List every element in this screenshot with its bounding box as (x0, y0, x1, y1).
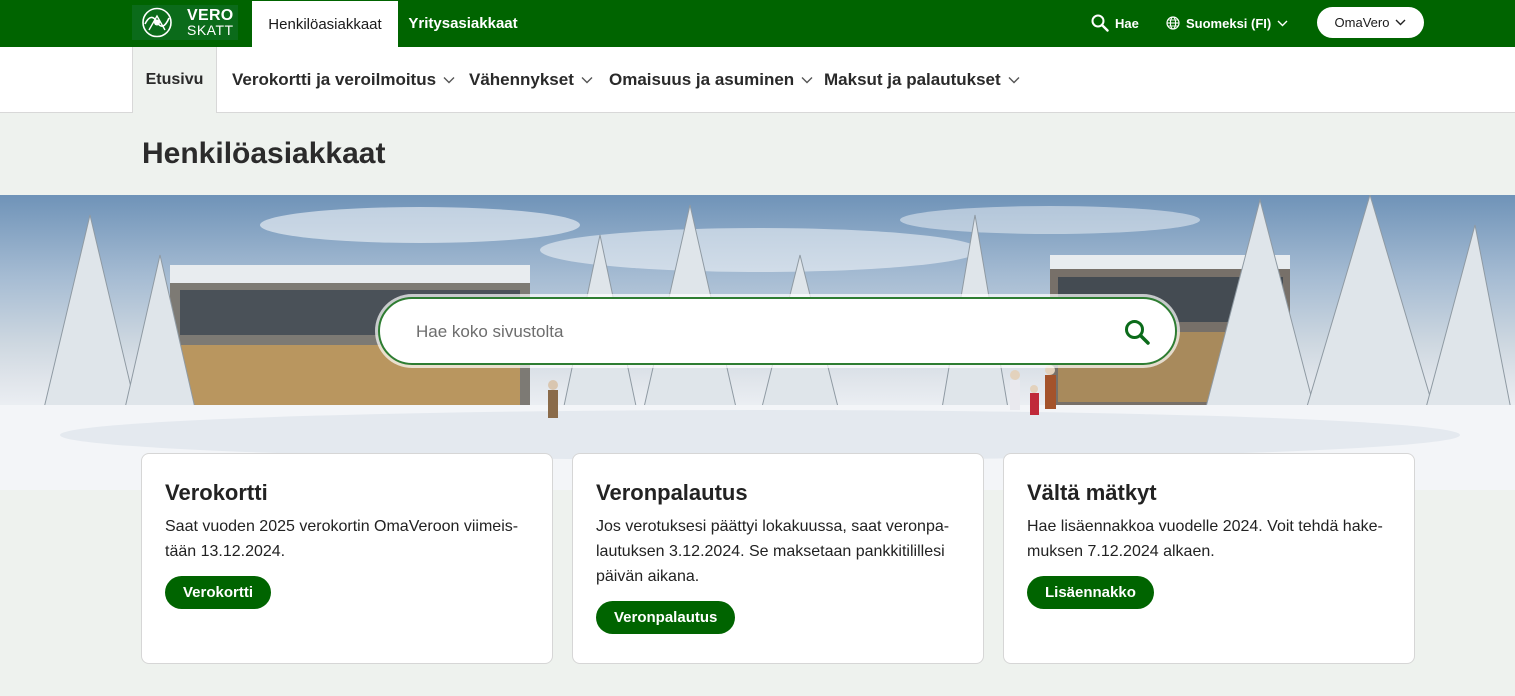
card-title: Veronpalautus (596, 480, 748, 505)
chevron-down-icon (443, 77, 455, 84)
language-label: Suomeksi (FI) (1186, 15, 1272, 31)
language-selector[interactable]: Suomeksi (FI) (1166, 12, 1288, 34)
nav-item-verokortti-ja-veroilmoitus[interactable]: Verokortti ja veroilmoitus (232, 47, 455, 113)
page-title: Henkilöasiakkaat (142, 137, 386, 170)
card-text: Jos verotuksesi päättyi lokakuussa, saat… (596, 518, 950, 585)
card-verokortti: Verokortti Saat vuoden 2025 verokortin O… (141, 453, 553, 664)
chevron-down-icon (581, 77, 593, 84)
globe-icon (1166, 16, 1180, 30)
card-veronpalautus: Veronpalautus Jos verotuksesi päättyi lo… (572, 453, 984, 664)
nav-item-omaisuus-ja-asuminen[interactable]: Omaisuus ja asuminen (609, 47, 813, 113)
chevron-down-icon (1395, 19, 1406, 26)
chevron-down-icon (1008, 77, 1020, 84)
veronpalautus-button[interactable]: Veronpalautus (596, 601, 736, 634)
nav-item-label: Vähennykset (469, 70, 574, 89)
site-search-button[interactable] (1120, 315, 1154, 349)
verokortti-button[interactable]: Verokortti (165, 576, 272, 609)
nav-item-vahennykset[interactable]: Vähennykset (469, 47, 593, 113)
lisaennakko-button[interactable]: Lisäennakko (1027, 576, 1154, 609)
header-search-link[interactable]: Hae (1091, 12, 1139, 34)
header-search-label: Hae (1115, 15, 1139, 31)
main-navigation: Etusivu Verokortti ja veroilmoitus Vähen… (0, 47, 1515, 113)
nav-item-label: Omaisuus ja asuminen (609, 70, 795, 89)
logo-line-1: VERO (187, 6, 234, 24)
omavero-button[interactable]: OmaVero (1317, 7, 1424, 38)
nav-item-label: Maksut ja palautukset (824, 70, 1001, 89)
nav-item-label: Verokortti ja veroilmoitus (232, 70, 437, 89)
card-text: Hae lisäennakkoa vuodelle 2024. Voit teh… (1027, 518, 1383, 560)
site-search-input[interactable] (416, 315, 1096, 349)
tab-yritysasiakkaat[interactable]: Yritysasiakkaat (398, 0, 528, 47)
nav-item-etusivu[interactable]: Etusivu (132, 47, 217, 113)
search-icon (1125, 320, 1150, 345)
chevron-down-icon (1277, 20, 1288, 26)
card-title: Verokortti (165, 480, 268, 505)
card-valta-matkyt: Vältä mätkyt Hae lisäennakkoa vuodelle 2… (1003, 453, 1415, 664)
card-text: Saat vuoden 2025 verokortin OmaVeroon vi… (165, 518, 519, 560)
top-bar: VERO SKATT Henkilöasiakkaat Yritysasiakk… (0, 0, 1515, 47)
site-search-box (378, 297, 1177, 365)
omavero-label: OmaVero (1334, 15, 1390, 30)
emblem-icon (132, 5, 182, 40)
vero-logo[interactable]: VERO SKATT (132, 5, 238, 40)
nav-item-maksut-ja-palautukset[interactable]: Maksut ja palautukset (824, 47, 1020, 113)
logo-line-2: SKATT (187, 21, 234, 38)
tab-henkiloasiakkaat[interactable]: Henkilöasiakkaat (252, 1, 398, 47)
search-icon (1091, 14, 1109, 32)
card-title: Vältä mätkyt (1027, 480, 1157, 505)
chevron-down-icon (801, 77, 813, 84)
logo-wordmark: VERO SKATT (182, 5, 238, 40)
